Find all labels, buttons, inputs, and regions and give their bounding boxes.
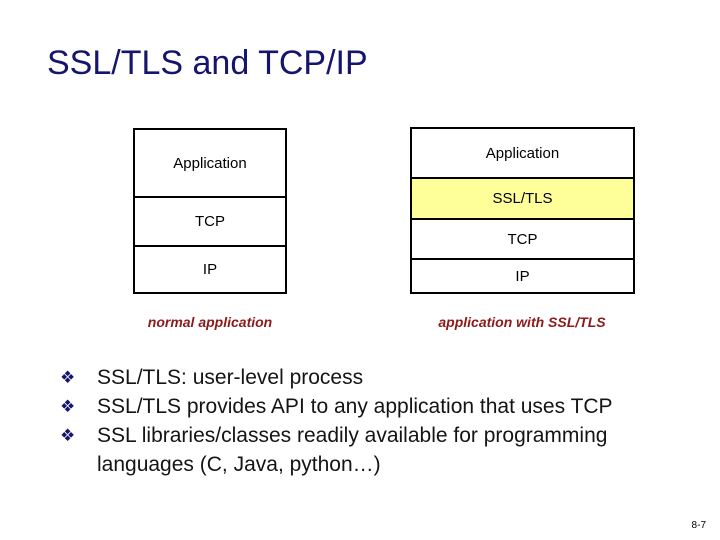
diamond-bullet-icon: ❖ [60, 368, 76, 387]
diamond-bullet-icon: ❖ [60, 426, 76, 445]
page-title: SSL/TLS and TCP/IP [47, 44, 368, 82]
stack-caption-normal: normal application [147, 314, 273, 330]
protocol-stack-ssl: Application SSL/TLS TCP IP [410, 127, 635, 294]
stack-layer-application: Application [173, 154, 247, 172]
stack-layer-ip: IP [412, 258, 633, 292]
stack-layer-application: Application [485, 144, 560, 162]
stack-caption-ssl: application with SSL/TLS [438, 314, 606, 330]
slide-canvas: SSL/TLS and TCP/IP Application TCP IP Ap… [0, 0, 720, 540]
page-number: 8-7 [691, 520, 706, 531]
bullet-item-text: SSL/TLS: user-level process [97, 366, 364, 389]
diamond-bullet-icon: ❖ [60, 397, 76, 416]
bullet-list: ❖ SSL/TLS: user-level process ❖ SSL/TLS … [57, 363, 677, 479]
bullet-item: ❖ SSL libraries/classes readily availabl… [57, 421, 677, 479]
bullet-item: ❖ SSL/TLS: user-level process [57, 363, 677, 392]
stack-layer-ip: IP [135, 245, 285, 292]
bullet-item-text: SSL/TLS provides API to any application … [97, 395, 613, 418]
stack-layer-tcp: TCP [412, 218, 633, 258]
bullet-item: ❖ SSL/TLS provides API to any applicatio… [57, 392, 677, 421]
protocol-stack-normal: Application TCP IP [133, 128, 287, 294]
bullet-item-text: SSL libraries/classes readily available … [97, 424, 608, 476]
stack-layer-ssl-tls: SSL/TLS [412, 177, 633, 218]
stack-layer-tcp: TCP [135, 196, 285, 245]
